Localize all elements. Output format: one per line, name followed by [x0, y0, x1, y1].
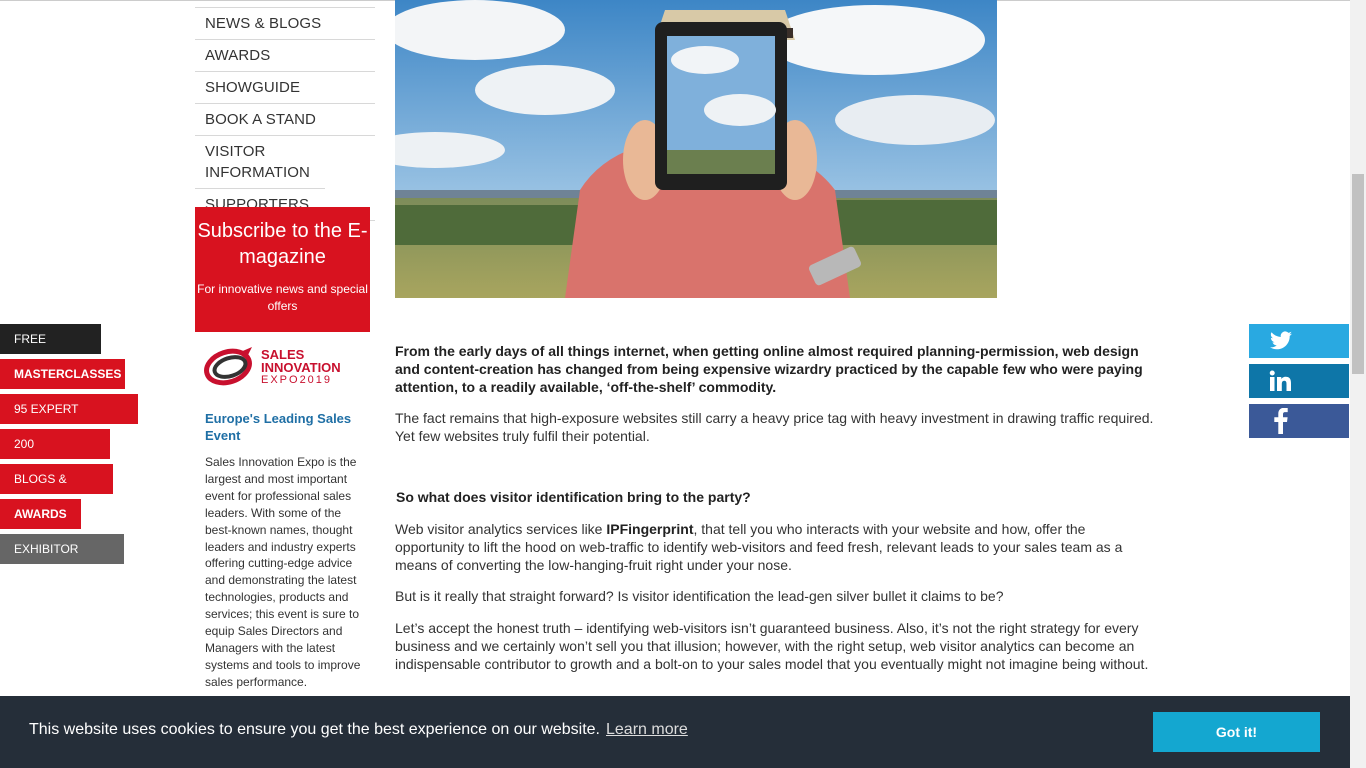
- cookie-message: This website uses cookies to ensure you …: [29, 720, 688, 740]
- paragraph-2-start: Web visitor analytics services like: [395, 521, 607, 537]
- nav-item-book-a-stand[interactable]: BOOK A STAND: [195, 104, 375, 136]
- event-title: Europe's Leading Sales Event: [205, 411, 352, 443]
- twitter-icon: [1270, 331, 1292, 350]
- linkedin-icon: [1269, 370, 1291, 391]
- linkedin-share-button[interactable]: [1249, 364, 1349, 398]
- article-paragraph-1: The fact remains that high-exposure webs…: [395, 410, 1154, 444]
- facebook-icon: [1274, 408, 1288, 434]
- scrollbar-thumb[interactable]: [1352, 174, 1364, 374]
- event-description: Sales Innovation Expo is the largest and…: [205, 455, 361, 689]
- logo-text-innovation: INNOVATION: [261, 360, 341, 375]
- sales-innovation-expo-logo[interactable]: SALES INNOVATION EXPO2019: [204, 345, 374, 391]
- article-lead: From the early days of all things intern…: [395, 343, 1143, 395]
- exhibitor-login-button[interactable]: EXHIBITOR LOGIN: [0, 534, 124, 586]
- blogs-news-button[interactable]: BLOGS & NEWS: [0, 464, 113, 516]
- free-tickets-button[interactable]: FREE TICKETS: [0, 324, 101, 376]
- cookie-message-text: This website uses cookies to ensure you …: [29, 721, 600, 738]
- logo-swirl-icon: [204, 347, 252, 386]
- article-heading: So what does visitor identification brin…: [396, 489, 751, 505]
- got-it-button[interactable]: Got it!: [1153, 712, 1320, 752]
- cookie-banner: This website uses cookies to ensure you …: [0, 696, 1350, 768]
- hero-image: [395, 0, 997, 298]
- article-paragraph-2: Web visitor analytics services like IPFi…: [395, 520, 1155, 574]
- twitter-share-button[interactable]: [1249, 324, 1349, 358]
- facebook-share-button[interactable]: [1249, 404, 1349, 438]
- nav-item-news-blogs[interactable]: NEWS & BLOGS: [195, 7, 375, 40]
- subscribe-title: Subscribe to the E-magazine: [197, 220, 368, 268]
- suppliers-button[interactable]: 200 SUPPLIERS: [0, 429, 110, 481]
- scrollbar-track[interactable]: [1350, 0, 1366, 768]
- ipfingerprint-text: IPFingerprint: [606, 521, 694, 537]
- logo-text-expo: EXPO2019: [261, 374, 333, 386]
- subscribe-box[interactable]: Subscribe to the E-magazine For innovati…: [195, 207, 370, 332]
- sidebar-nav: NEWS & BLOGS AWARDS SHOWGUIDE BOOK A STA…: [195, 7, 375, 221]
- expert-speakers-button[interactable]: 95 EXPERT SPEAKERS: [0, 394, 138, 446]
- awards-button[interactable]: AWARDS: [0, 499, 81, 529]
- learn-more-link[interactable]: Learn more: [606, 721, 688, 738]
- nav-item-awards[interactable]: AWARDS: [195, 40, 375, 72]
- article-paragraph-4: Let’s accept the honest truth – identify…: [395, 620, 1149, 672]
- nav-item-showguide[interactable]: SHOWGUIDE: [195, 72, 375, 104]
- article-paragraph-3: But is it really that straight forward? …: [395, 588, 1004, 604]
- nav-item-visitor-information[interactable]: VISITOR INFORMATION: [195, 136, 325, 189]
- subscribe-text: For innovative news and special offers: [197, 282, 368, 313]
- masterclasses-button[interactable]: MASTERCLASSES: [0, 359, 125, 389]
